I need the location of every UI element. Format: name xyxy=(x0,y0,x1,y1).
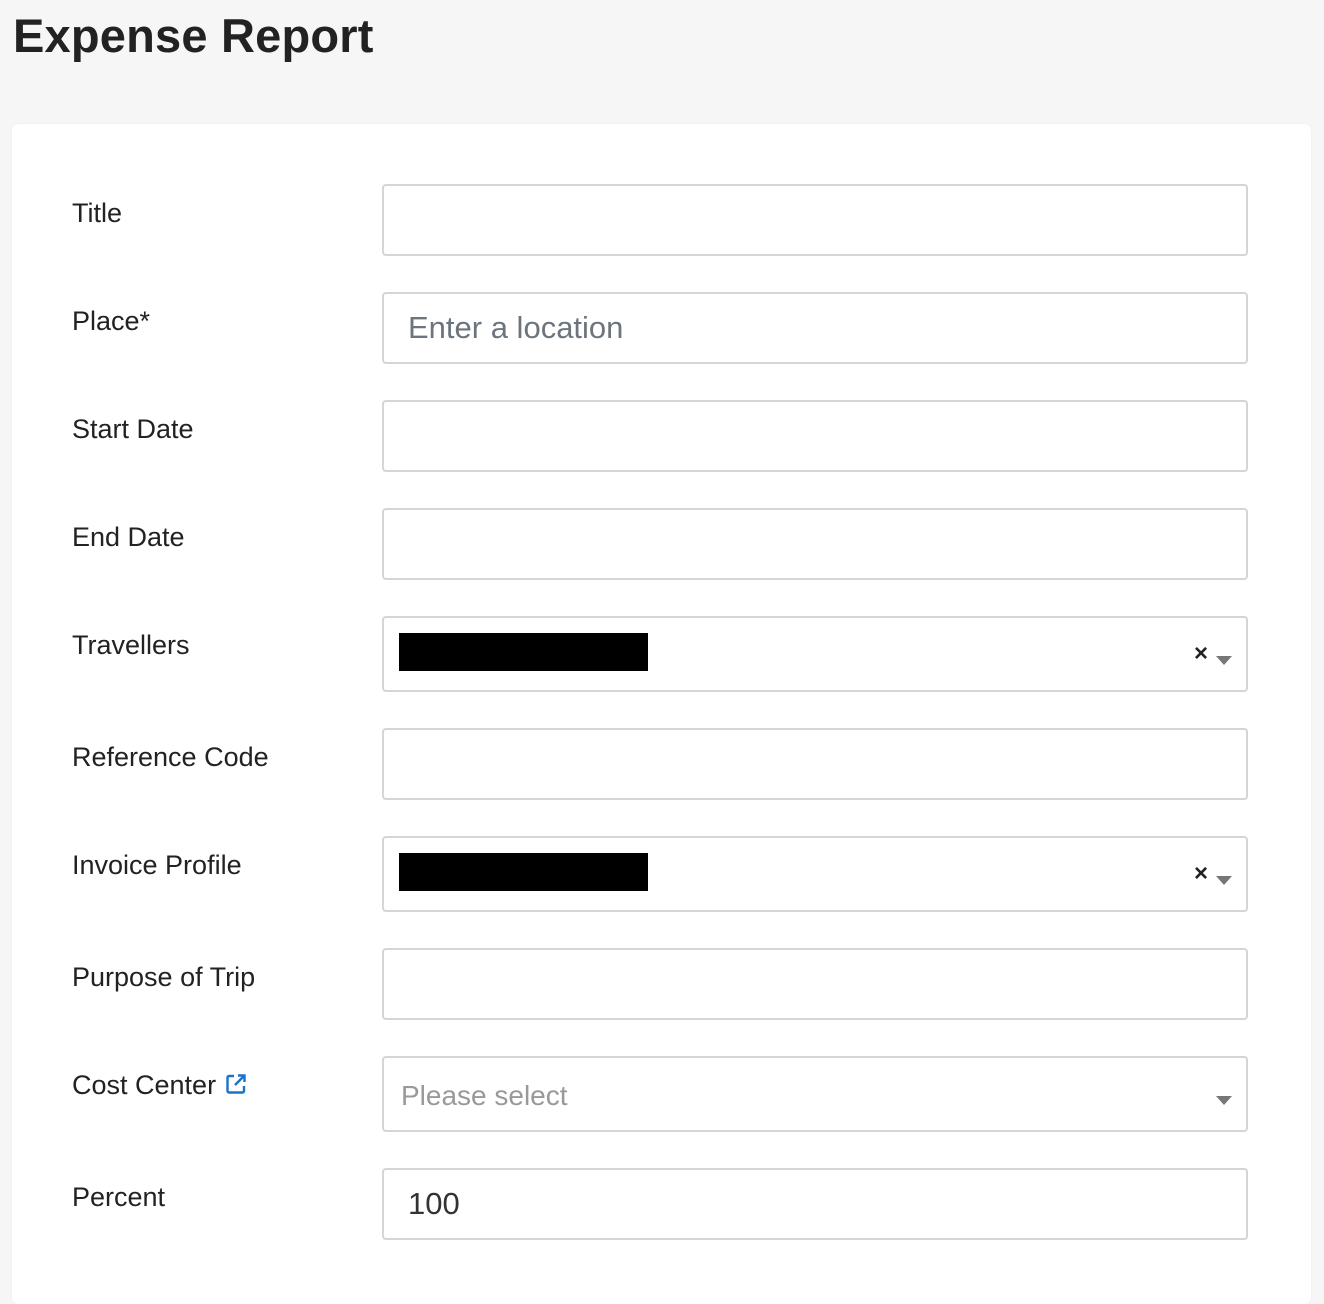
cost-center-dropdown-caret-icon[interactable] xyxy=(1216,1096,1232,1105)
page-title: Expense Report xyxy=(13,9,374,62)
external-link-icon[interactable] xyxy=(224,1072,248,1103)
percent-input[interactable] xyxy=(384,1170,1246,1238)
purpose-of-trip-input[interactable] xyxy=(384,950,1246,1018)
cost-center-select[interactable]: Please select xyxy=(382,1056,1248,1132)
purpose-of-trip-label: Purpose of Trip xyxy=(72,962,256,992)
cost-center-placeholder: Please select xyxy=(401,1080,568,1111)
percent-label: Percent xyxy=(72,1182,166,1212)
invoice-profile-select[interactable]: × xyxy=(382,836,1248,912)
reference-code-field[interactable] xyxy=(382,728,1248,800)
title-input[interactable] xyxy=(384,186,1246,254)
start-date-input[interactable] xyxy=(384,402,1246,470)
invoice-profile-selected-value-redacted xyxy=(399,853,648,891)
invoice-profile-label: Invoice Profile xyxy=(72,850,242,880)
start-date-field[interactable] xyxy=(382,400,1248,472)
travellers-label: Travellers xyxy=(72,630,190,660)
place-field[interactable] xyxy=(382,292,1248,364)
percent-field[interactable] xyxy=(382,1168,1248,1240)
reference-code-input[interactable] xyxy=(384,730,1246,798)
end-date-field[interactable] xyxy=(382,508,1248,580)
travellers-dropdown-caret-icon[interactable] xyxy=(1216,656,1232,665)
invoice-profile-dropdown-caret-icon[interactable] xyxy=(1216,876,1232,885)
expense-form-card: Title Place* Start Date End Date Travell… xyxy=(12,124,1311,1304)
place-input[interactable] xyxy=(384,294,1246,362)
end-date-label: End Date xyxy=(72,522,185,552)
place-label: Place* xyxy=(72,306,151,336)
purpose-of-trip-field[interactable] xyxy=(382,948,1248,1020)
end-date-input[interactable] xyxy=(384,510,1246,578)
title-field[interactable] xyxy=(382,184,1248,256)
invoice-profile-clear-icon[interactable]: × xyxy=(1194,862,1208,886)
title-label: Title xyxy=(72,198,123,228)
cost-center-label: Cost Center xyxy=(72,1070,217,1100)
reference-code-label: Reference Code xyxy=(72,742,269,772)
cost-center-label-group: Cost Center xyxy=(72,1070,248,1103)
travellers-clear-icon[interactable]: × xyxy=(1194,642,1208,666)
start-date-label: Start Date xyxy=(72,414,194,444)
travellers-select[interactable]: × xyxy=(382,616,1248,692)
travellers-selected-value-redacted xyxy=(399,633,648,671)
